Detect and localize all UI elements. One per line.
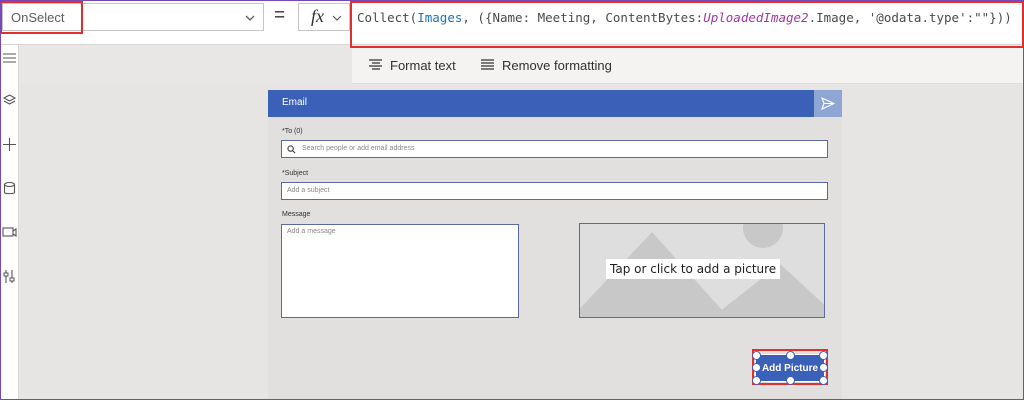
data-icon[interactable]: [2, 181, 17, 196]
to-label: *To (0): [282, 128, 303, 135]
resize-handle[interactable]: [752, 351, 761, 360]
resize-handle[interactable]: [786, 376, 795, 385]
format-text-label: Format text: [390, 58, 456, 73]
resize-handle[interactable]: [752, 363, 761, 372]
property-highlight-box: [0, 1, 83, 34]
fx-button[interactable]: fx: [298, 3, 350, 31]
layers-icon[interactable]: [2, 93, 17, 108]
insert-icon[interactable]: [2, 137, 17, 152]
resize-handle[interactable]: [786, 351, 795, 360]
subject-input[interactable]: Add a subject: [281, 182, 828, 200]
fx-icon: fx: [311, 6, 324, 26]
message-input[interactable]: Add a message: [281, 224, 519, 318]
remove-formatting-label: Remove formatting: [502, 58, 612, 73]
screen-header: Email: [268, 90, 842, 117]
header-title: Email: [282, 97, 308, 108]
search-icon: [287, 145, 296, 154]
chevron-down-icon: [332, 15, 342, 21]
left-rail: [0, 45, 19, 400]
resize-handle[interactable]: [752, 376, 761, 385]
formula-highlight-box: [350, 1, 1024, 48]
tree-view-icon[interactable]: [2, 50, 17, 65]
format-toolbar: Format text Remove formatting: [352, 48, 1024, 84]
to-input[interactable]: Search people or add email address: [281, 140, 828, 158]
equals-sign: =: [274, 5, 286, 26]
subject-label: *Subject: [282, 170, 309, 177]
message-label: Message: [282, 211, 311, 218]
picture-caption: Tap or click to add a picture: [606, 259, 781, 279]
subject-placeholder: Add a subject: [287, 187, 330, 194]
message-placeholder: Add a message: [287, 228, 336, 235]
to-placeholder: Search people or add email address: [302, 145, 415, 152]
media-icon[interactable]: [2, 225, 17, 240]
add-picture-control[interactable]: Tap or click to add a picture: [579, 223, 825, 318]
send-button[interactable]: [814, 90, 842, 117]
resize-handle[interactable]: [819, 376, 828, 385]
remove-formatting-icon: [481, 59, 494, 70]
resize-handle[interactable]: [819, 363, 828, 372]
send-icon: [821, 97, 835, 110]
resize-handle[interactable]: [819, 351, 828, 360]
chevron-down-icon: [245, 15, 255, 21]
format-text-icon: [369, 59, 382, 70]
advanced-tools-icon[interactable]: [2, 269, 17, 284]
